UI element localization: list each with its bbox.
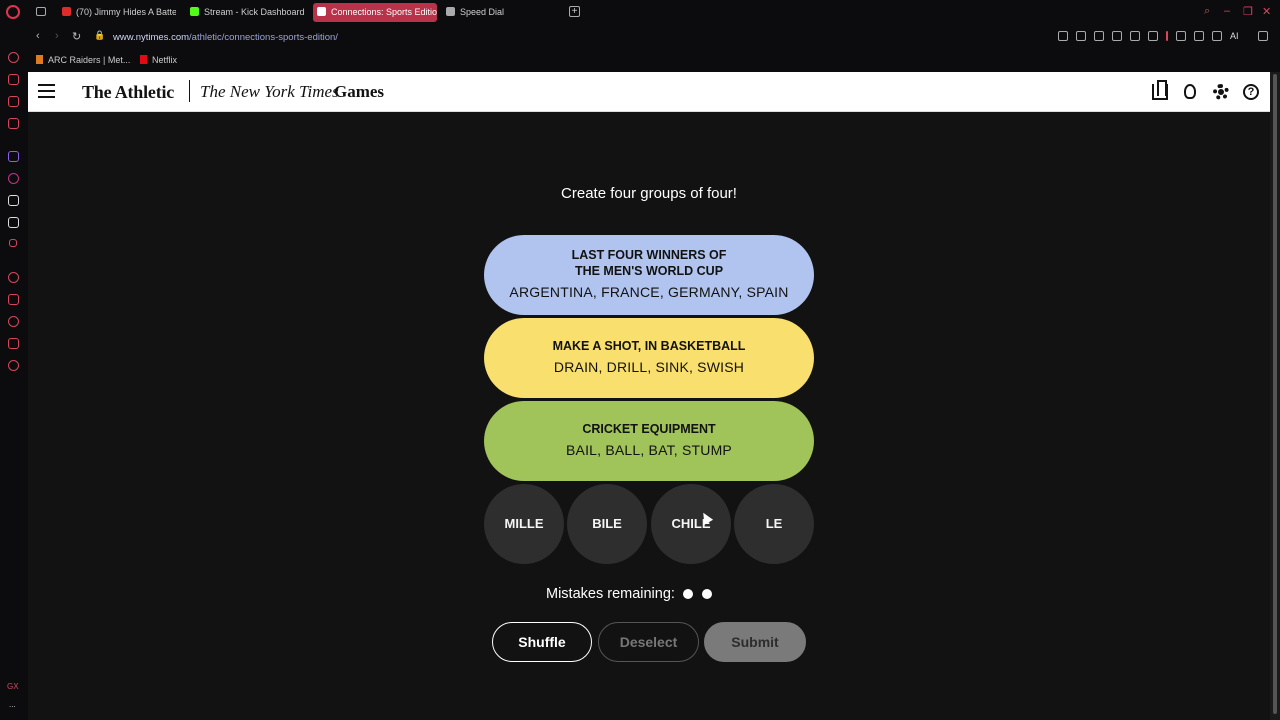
instagram-icon[interactable] bbox=[8, 173, 19, 184]
address-bar: ‹ › ↻ 🔒 www.nytimes.com/athletic/connect… bbox=[28, 25, 1280, 50]
url-field[interactable]: www.nytimes.com/athletic/connections-spo… bbox=[113, 32, 338, 43]
mistakes-label: Mistakes remaining: bbox=[546, 586, 675, 602]
extensions-sidebar-icon[interactable] bbox=[8, 338, 19, 349]
browser-sidebar: GX ... bbox=[0, 25, 28, 720]
zoom-icon[interactable] bbox=[1058, 31, 1068, 41]
brand-divider bbox=[189, 80, 190, 102]
tab-speed-dial[interactable]: Speed Dial bbox=[442, 3, 560, 22]
forward-button[interactable]: › bbox=[55, 30, 59, 42]
pinboard-icon[interactable] bbox=[8, 294, 19, 305]
bookmark-arc-raiders[interactable]: ARC Raiders | Met... bbox=[36, 55, 130, 65]
gx-corner-icon[interactable] bbox=[8, 74, 19, 85]
back-button[interactable]: ‹ bbox=[36, 30, 40, 42]
tab-youtube[interactable]: (70) Jimmy Hides A Batte bbox=[58, 3, 176, 22]
site-header: The Athletic The New York Times Games ? bbox=[28, 72, 1270, 112]
lock-icon: 🔒 bbox=[94, 30, 106, 40]
snapshot-icon[interactable] bbox=[1094, 31, 1104, 41]
twitch-icon[interactable] bbox=[8, 151, 19, 162]
category-title: LAST FOUR WINNERS OF THE MEN'S WORLD CUP bbox=[571, 248, 727, 278]
word-card-bile[interactable]: BILE bbox=[567, 484, 647, 564]
submit-button[interactable]: Submit bbox=[704, 622, 806, 662]
wallet-icon[interactable] bbox=[1194, 31, 1204, 41]
tiktok-icon[interactable] bbox=[8, 195, 19, 206]
lightbulb-icon[interactable] bbox=[1184, 84, 1196, 99]
history-icon[interactable] bbox=[8, 316, 19, 327]
deselect-button[interactable]: Deselect bbox=[598, 622, 699, 662]
divider bbox=[1166, 31, 1168, 41]
youtube-icon bbox=[62, 7, 71, 16]
help-icon[interactable]: ? bbox=[1243, 84, 1259, 100]
leaderboard-icon[interactable] bbox=[1152, 80, 1168, 100]
heart-icon[interactable] bbox=[1148, 31, 1158, 41]
page-scrollbar[interactable] bbox=[1270, 72, 1280, 720]
maximize-button[interactable]: ❐ bbox=[1243, 5, 1253, 18]
hamburger-menu-icon[interactable] bbox=[38, 84, 55, 98]
shuffle-button[interactable]: Shuffle bbox=[492, 622, 592, 662]
athletic-icon bbox=[317, 7, 326, 16]
category-words: DRAIN, DRILL, SINK, SWISH bbox=[553, 359, 745, 375]
bookmark-netflix[interactable]: Netflix bbox=[140, 55, 177, 65]
solved-group-green: CRICKET EQUIPMENT BAIL, BALL, BAT, STUMP bbox=[484, 401, 814, 481]
category-words: ARGENTINA, FRANCE, GERMANY, SPAIN bbox=[509, 284, 789, 300]
mistake-dot bbox=[683, 589, 693, 599]
solved-group-yellow: MAKE A SHOT, IN BASKETBALL DRAIN, DRILL,… bbox=[484, 318, 814, 398]
menu-icon[interactable] bbox=[1258, 31, 1268, 41]
instructions: Create four groups of four! bbox=[561, 185, 737, 202]
netflix-icon bbox=[140, 55, 147, 64]
brand-nyt[interactable]: The New York Times bbox=[200, 82, 339, 102]
gx-label[interactable]: GX bbox=[7, 682, 19, 691]
search-tabs-icon[interactable]: ⌕ bbox=[1204, 5, 1210, 18]
mistake-dot bbox=[702, 589, 712, 599]
kick-icon bbox=[190, 7, 199, 16]
toolbar-icons: AI bbox=[1058, 31, 1268, 41]
tab-switcher-icon[interactable] bbox=[36, 7, 46, 16]
messenger-icon[interactable] bbox=[8, 118, 19, 129]
reload-button[interactable]: ↻ bbox=[72, 30, 81, 43]
discord-icon[interactable] bbox=[8, 96, 19, 107]
player-icon[interactable] bbox=[8, 272, 19, 283]
category-title: MAKE A SHOT, IN BASKETBALL bbox=[552, 339, 746, 353]
more-icon[interactable]: ... bbox=[9, 700, 16, 709]
speed-dial-icon bbox=[446, 7, 455, 16]
x-icon[interactable] bbox=[8, 217, 19, 228]
word-card-le[interactable]: LE bbox=[734, 484, 814, 564]
scrollbar-thumb[interactable] bbox=[1273, 74, 1277, 714]
category-title: CRICKET EQUIPMENT bbox=[582, 422, 716, 436]
tab-connections[interactable]: Connections: Sports Editio bbox=[313, 3, 437, 22]
gx-control-icon[interactable] bbox=[8, 52, 19, 63]
new-tab-button[interactable]: + bbox=[569, 6, 580, 17]
word-card-mille[interactable]: MILLE bbox=[484, 484, 564, 564]
page-content: The Athletic The New York Times Games ? … bbox=[28, 72, 1270, 720]
solved-group-blue: LAST FOUR WINNERS OF THE MEN'S WORLD CUP … bbox=[484, 235, 814, 315]
brand-athletic[interactable]: The Athletic bbox=[82, 82, 174, 103]
brand-games[interactable]: Games bbox=[334, 82, 384, 102]
minimize-button[interactable]: – bbox=[1224, 5, 1230, 17]
download-icon[interactable] bbox=[1212, 31, 1222, 41]
close-window-button[interactable]: ✕ bbox=[1262, 5, 1271, 18]
extensions-icon[interactable] bbox=[1176, 31, 1186, 41]
bookmarks-bar: ARC Raiders | Met... Netflix bbox=[28, 50, 1280, 72]
settings-icon[interactable] bbox=[8, 360, 19, 371]
shield-icon[interactable] bbox=[1112, 31, 1122, 41]
gear-icon[interactable] bbox=[1213, 84, 1229, 100]
ai-button[interactable]: AI bbox=[1230, 31, 1250, 41]
opera-logo-icon[interactable] bbox=[6, 5, 20, 19]
category-words: BAIL, BALL, BAT, STUMP bbox=[566, 442, 732, 458]
play-icon[interactable] bbox=[1130, 31, 1140, 41]
word-card-chile[interactable]: CHILE bbox=[651, 484, 731, 564]
tab-bar: (70) Jimmy Hides A Batte Stream - Kick D… bbox=[0, 0, 1280, 25]
arc-raiders-icon bbox=[36, 55, 43, 64]
record-icon[interactable] bbox=[9, 239, 17, 247]
tab-kick[interactable]: Stream - Kick Dashboard bbox=[186, 3, 304, 22]
pin-icon[interactable] bbox=[1076, 31, 1086, 41]
